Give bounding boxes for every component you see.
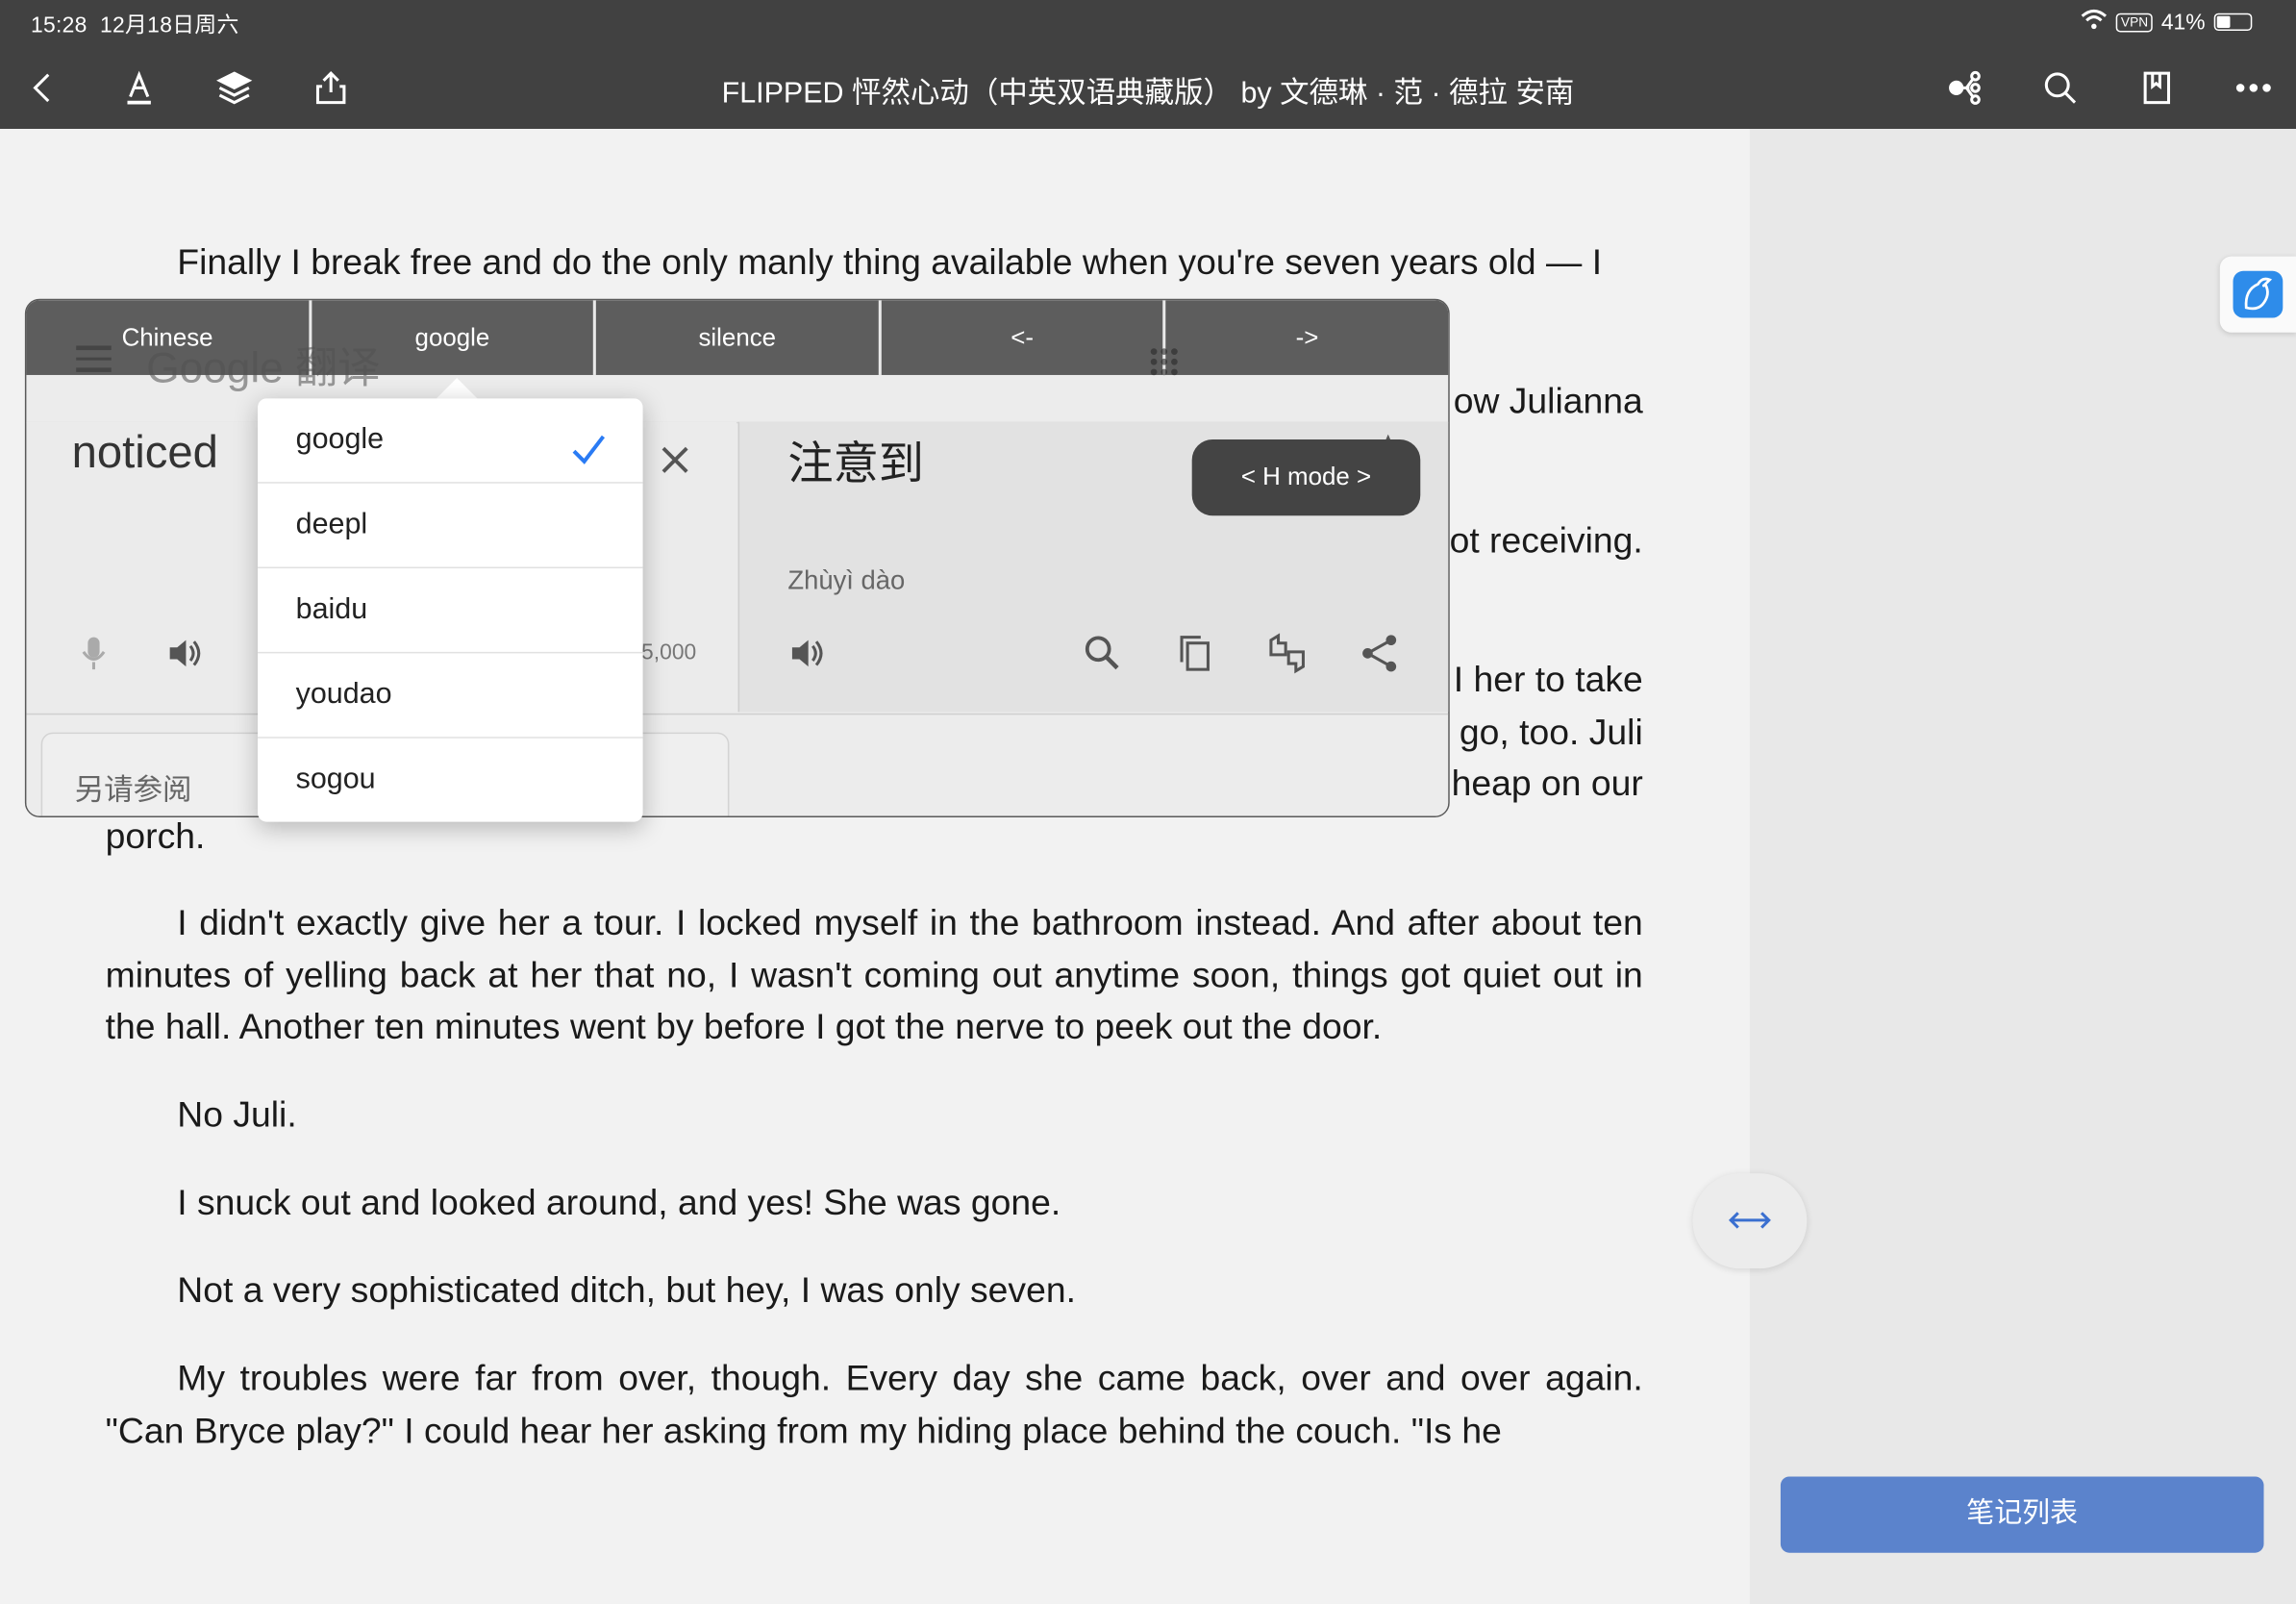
feedback-icon[interactable] [1265, 632, 1310, 676]
tab-silence[interactable]: silence [596, 300, 882, 375]
assistant-button[interactable] [2219, 256, 2296, 333]
notes-list-button[interactable]: 笔记列表 [1780, 1476, 2264, 1553]
book-paragraph: Finally I break free and do the only man… [177, 242, 1603, 283]
engine-option-deepl[interactable]: deepl [258, 484, 643, 569]
menu-icon [76, 345, 112, 378]
status-indicators: VPN 41% [2082, 9, 2253, 35]
top-bar: 15:28 12月18日周六 VPN 41% FLIPPED 怦然心动（中英双语… [0, 0, 2296, 130]
translator-popup: noticed 5,000 注意到 Zhùyì dào 另请参阅 Chinese… [24, 298, 1450, 817]
engine-option-youdao[interactable]: youdao [258, 653, 643, 739]
resize-handle[interactable] [1692, 1173, 1808, 1269]
pinyin-text: Zhùyì dào [787, 564, 906, 595]
search-icon[interactable] [1081, 632, 1125, 676]
see-also-area: 另请参阅 [26, 713, 1449, 816]
see-also-label: 另请参阅 [74, 774, 192, 808]
book-paragraph: Not a very sophisticated ditch, but hey,… [177, 1271, 1076, 1312]
engine-option-label: google [295, 423, 385, 456]
bird-icon [2233, 270, 2284, 318]
speaker-icon[interactable] [162, 632, 207, 676]
tab-next[interactable]: 登录 -> [1166, 300, 1448, 375]
book-paragraph: My troubles were far from over, though. … [105, 1359, 1643, 1451]
dropdown-caret [436, 378, 478, 399]
apps-grid-icon [1148, 345, 1181, 378]
share-icon[interactable] [1358, 632, 1402, 676]
wifi-icon [2082, 9, 2108, 35]
engine-option-label: baidu [295, 592, 368, 626]
tab-prev[interactable]: <- [881, 300, 1166, 375]
book-paragraph: I snuck out and looked around, and yes! … [177, 1183, 1061, 1223]
engine-option-label: youdao [295, 678, 392, 711]
status-time-date: 15:28 12月18日周六 [31, 9, 239, 39]
microphone-icon[interactable] [72, 632, 116, 676]
google-translate-logo: Google 翻译 [146, 345, 381, 393]
target-text: 注意到 [787, 438, 924, 489]
tab-next-label: -> [1295, 323, 1319, 352]
vpn-badge: VPN [2116, 12, 2153, 32]
speaker-icon[interactable] [785, 632, 829, 676]
engine-option-baidu[interactable]: baidu [258, 568, 643, 654]
char-counter: 5,000 [641, 639, 697, 665]
engine-option-label: sogou [295, 763, 376, 796]
battery-percent: 41% [2160, 9, 2206, 35]
search-icon[interactable] [2036, 64, 2084, 112]
status-date: 12月18日周六 [100, 13, 239, 38]
engine-option-sogou[interactable]: sogou [258, 739, 643, 822]
clear-icon[interactable] [653, 438, 697, 482]
copy-icon[interactable] [1173, 632, 1217, 676]
h-mode-button[interactable]: < H mode > [1191, 439, 1421, 516]
more-icon[interactable] [2230, 64, 2277, 112]
mindmap-icon[interactable] [1941, 64, 1988, 112]
status-time: 15:28 [30, 13, 87, 38]
battery-icon [2213, 13, 2253, 31]
engine-option-label: deepl [295, 508, 368, 541]
book-paragraph: I didn't exactly give her a tour. I lock… [105, 903, 1643, 1048]
notes-side-panel [1749, 129, 2296, 1604]
book-paragraph: No Juli. [177, 1095, 297, 1136]
engine-dropdown: google deepl baidu youdao sogou [258, 398, 643, 822]
resize-arrows-icon [1728, 1212, 1771, 1229]
source-text[interactable]: noticed [72, 426, 218, 479]
engine-option-google[interactable]: google [258, 398, 643, 484]
bookmark-icon[interactable] [2134, 64, 2181, 112]
